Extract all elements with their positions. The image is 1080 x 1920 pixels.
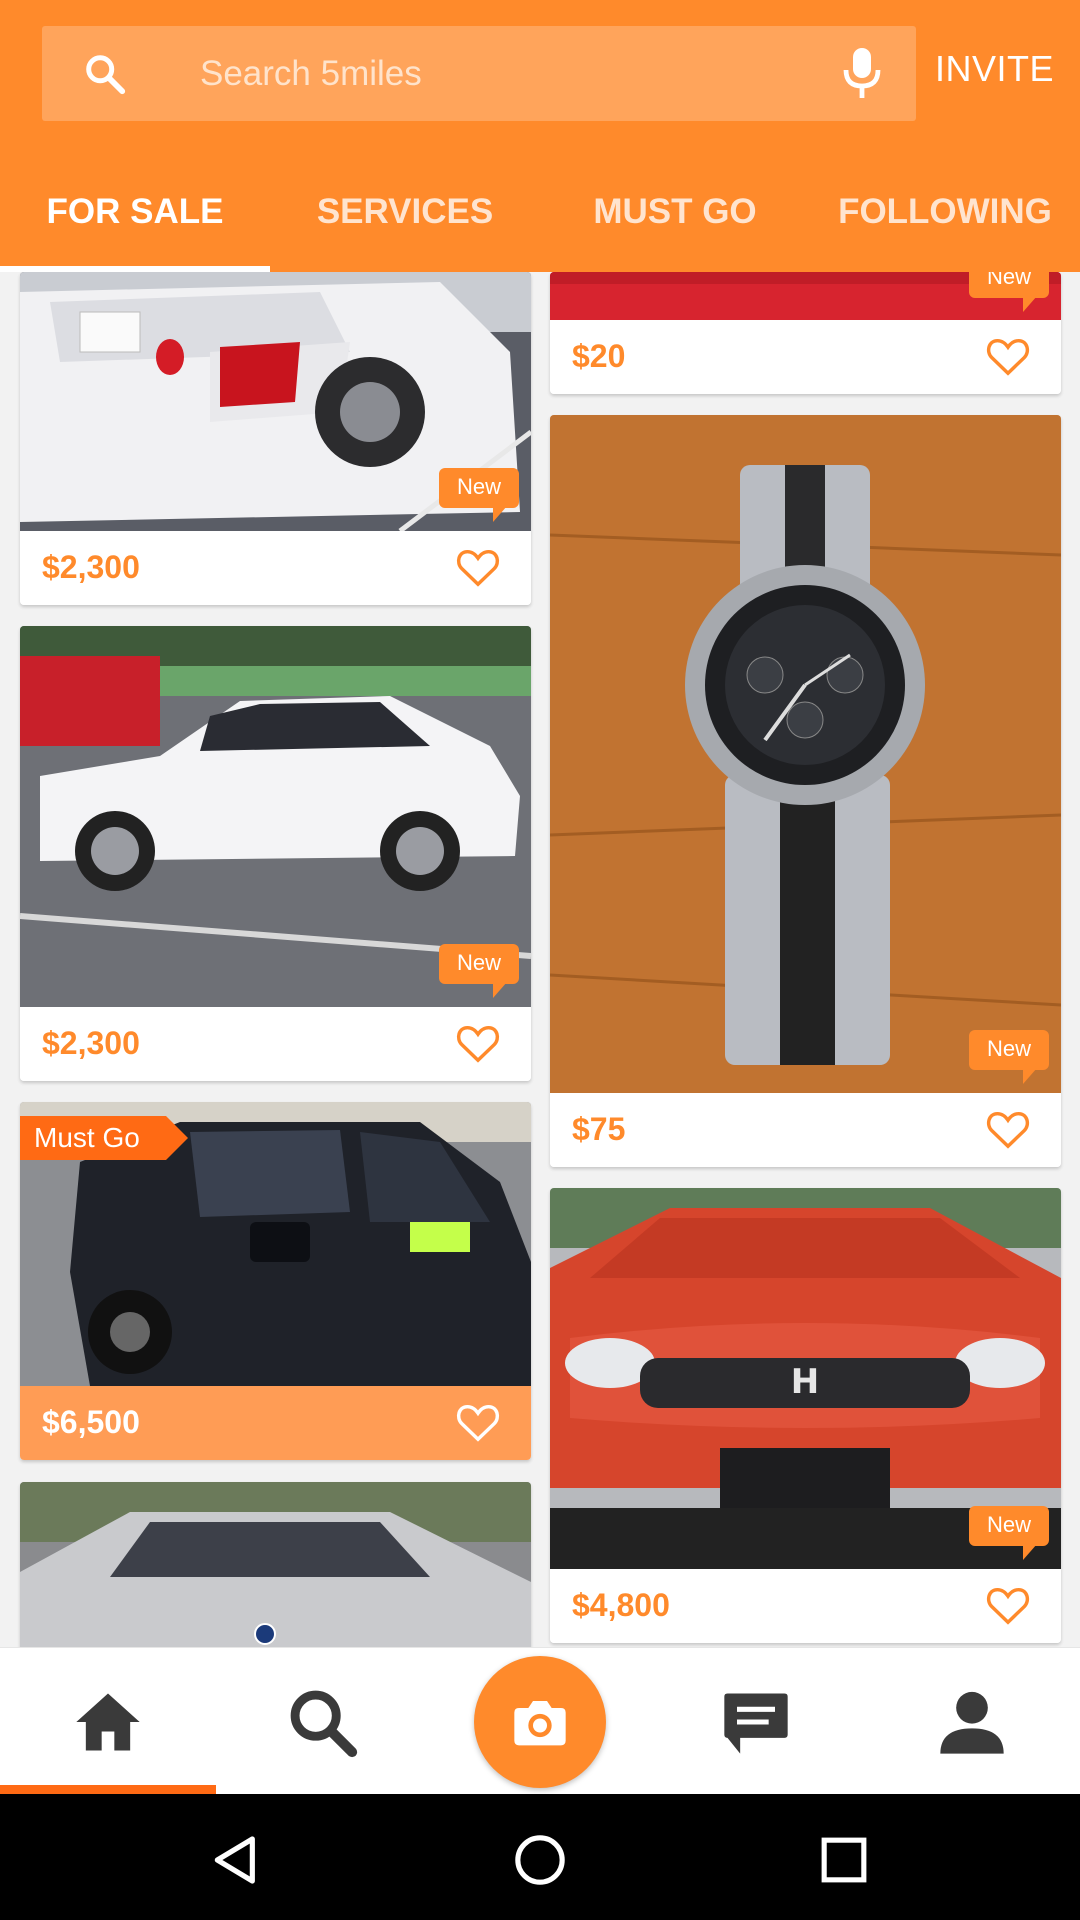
camera-icon [514, 1701, 566, 1746]
home-circle-icon[interactable] [512, 1832, 568, 1888]
tab-services[interactable]: SERVICES [270, 180, 540, 272]
back-icon[interactable] [208, 1832, 264, 1888]
tab-must-go[interactable]: MUST GO [540, 180, 810, 272]
listing-price: $2,300 [42, 1025, 140, 1061]
michael-kors-watch-photo [550, 415, 1061, 1093]
active-tab-indicator [0, 266, 270, 272]
listing-feed[interactable]: New $2,300 New $20 New $2,300 New $75 Mu… [0, 272, 1080, 1647]
listing-price: $75 [572, 1111, 626, 1147]
system-navigation-bar [0, 1794, 1080, 1920]
listing-price: $2,300 [42, 549, 140, 585]
heart-outline-icon[interactable] [455, 1021, 501, 1065]
svg-text:H: H [791, 1362, 819, 1402]
listing-card[interactable]: New $2,300 [20, 272, 531, 605]
new-badge: New [439, 468, 519, 522]
active-nav-indicator [0, 1785, 216, 1794]
top-app-bar: INVITE FOR SALE SERVICES MUST GO FOLLOWI… [0, 0, 1080, 272]
listing-footer: $6,500 [20, 1386, 531, 1460]
bottom-navigation [0, 1647, 1080, 1794]
profile-icon[interactable] [934, 1684, 1010, 1760]
heart-outline-icon[interactable] [985, 334, 1031, 378]
search-input[interactable] [200, 48, 800, 100]
new-badge: New [969, 1506, 1049, 1560]
listing-footer: $2,300 [20, 1007, 531, 1081]
listing-footer: $75 [550, 1093, 1061, 1167]
listing-image[interactable] [20, 1482, 531, 1647]
listing-card[interactable]: Must Go $6,500 [20, 1102, 531, 1460]
listing-footer: $4,800 [550, 1569, 1061, 1643]
listing-price: $6,500 [42, 1404, 140, 1440]
heart-outline-icon[interactable] [985, 1107, 1031, 1151]
silver-bmw-photo [20, 1482, 531, 1647]
app-screen: INVITE FOR SALE SERVICES MUST GO FOLLOWI… [0, 0, 1080, 1920]
new-badge: New [969, 272, 1049, 312]
home-icon[interactable] [70, 1684, 146, 1760]
listing-footer: $20 [550, 320, 1061, 394]
search-icon[interactable] [284, 1684, 360, 1760]
recents-icon[interactable] [816, 1832, 872, 1888]
listing-card[interactable]: New $20 [550, 272, 1061, 394]
search-box[interactable] [42, 26, 916, 121]
new-badge: New [969, 1030, 1049, 1084]
invite-button[interactable]: INVITE [935, 48, 1054, 90]
camera-sell-button[interactable] [474, 1656, 606, 1788]
listing-card[interactable]: H New $4,800 [550, 1188, 1061, 1643]
category-tabs: FOR SALE SERVICES MUST GO FOLLOWING [0, 180, 1080, 272]
heart-outline-icon[interactable] [985, 1583, 1031, 1627]
new-badge: New [439, 944, 519, 998]
listing-footer: $2,300 [20, 531, 531, 605]
must-go-badge: Must Go [20, 1116, 188, 1160]
listing-price: $20 [572, 338, 626, 374]
tab-following[interactable]: FOLLOWING [810, 180, 1080, 272]
heart-outline-icon[interactable] [455, 1400, 501, 1444]
search-icon [86, 55, 126, 95]
listing-card[interactable]: New $75 [550, 415, 1061, 1167]
microphone-icon[interactable] [838, 46, 886, 102]
listing-card[interactable] [20, 1482, 531, 1647]
listing-price: $4,800 [572, 1587, 670, 1623]
tab-for-sale[interactable]: FOR SALE [0, 180, 270, 272]
messages-icon[interactable] [718, 1684, 794, 1760]
listing-image[interactable] [550, 415, 1061, 1093]
listing-card[interactable]: New $2,300 [20, 626, 531, 1081]
heart-outline-icon[interactable] [455, 545, 501, 589]
